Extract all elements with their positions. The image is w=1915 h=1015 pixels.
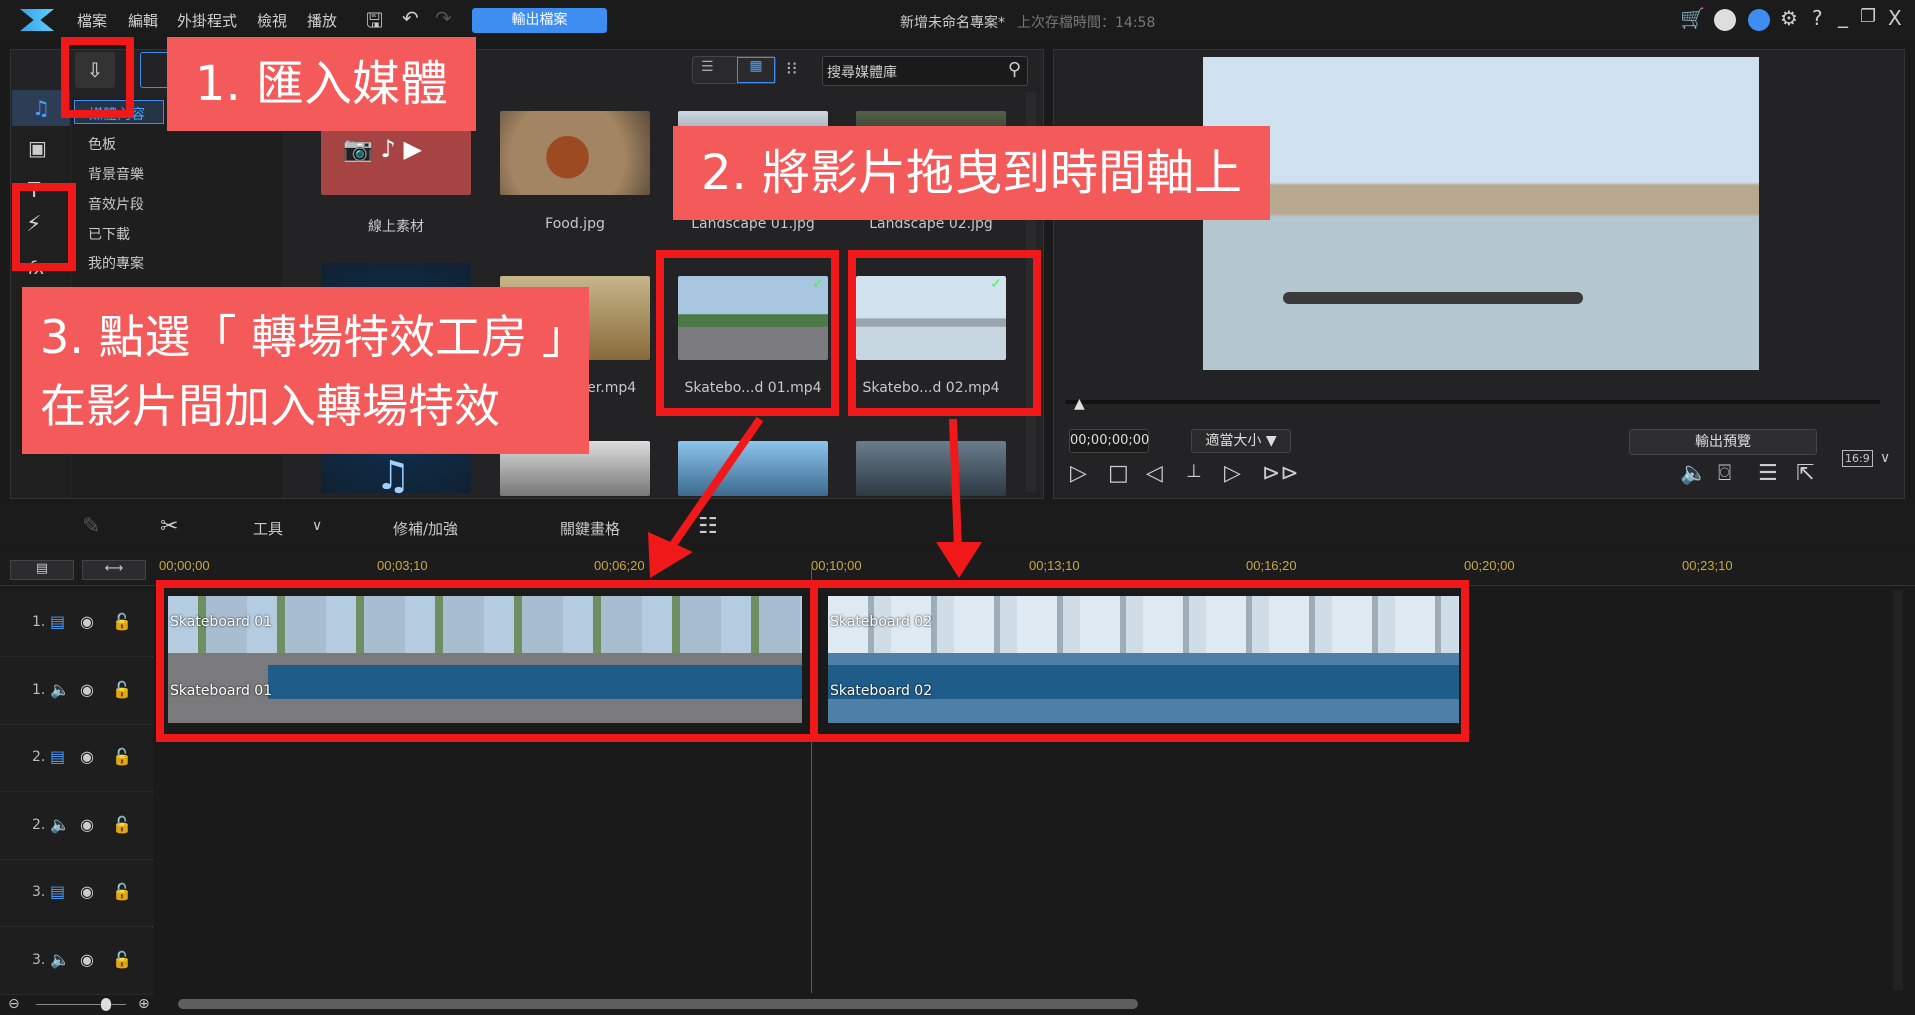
- callout-step3-line2: 在影片間加入轉場特效: [40, 379, 500, 433]
- arrow-head: [648, 532, 693, 578]
- arrow-to-clip01-position: [664, 416, 764, 555]
- arrow-head: [936, 542, 982, 578]
- callout-step2: 2. 將影片拖曳到時間軸上: [673, 126, 1271, 220]
- callout-step3-line1: 3. 點選「 轉場特效工房 」: [40, 310, 588, 364]
- callout-step1: 1. 匯入媒體: [167, 37, 477, 131]
- arrow-to-clip02-position: [949, 418, 962, 549]
- callout-step3: 3. 點選「 轉場特效工房 」 在影片間加入轉場特效: [22, 287, 589, 454]
